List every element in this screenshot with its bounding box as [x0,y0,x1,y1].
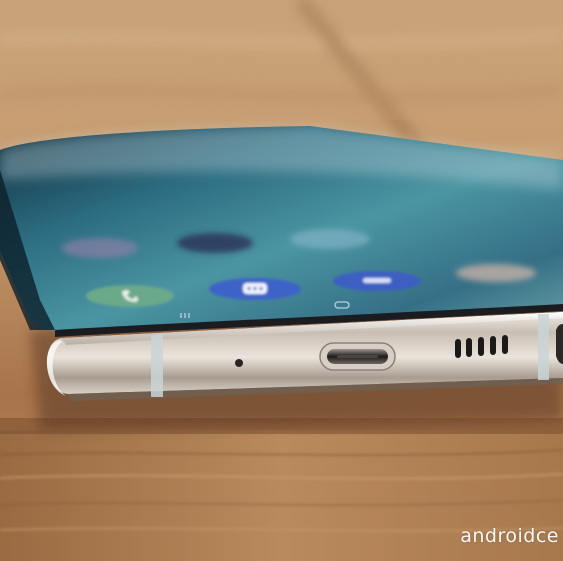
photo-scene: androidce [0,0,563,561]
watermark-logo: androidce [460,525,559,547]
microphone-hole [235,359,243,367]
antenna-band-right [538,314,549,380]
top-vignette [0,0,563,120]
antenna-band-left [151,335,163,397]
phone-app-icon [86,285,174,307]
camera-app-icon [456,264,536,282]
app-icon [177,233,253,253]
app-icon [290,229,370,249]
photo-illustration [0,0,563,561]
app-icon [62,238,138,258]
s-pen-slot [556,323,563,364]
